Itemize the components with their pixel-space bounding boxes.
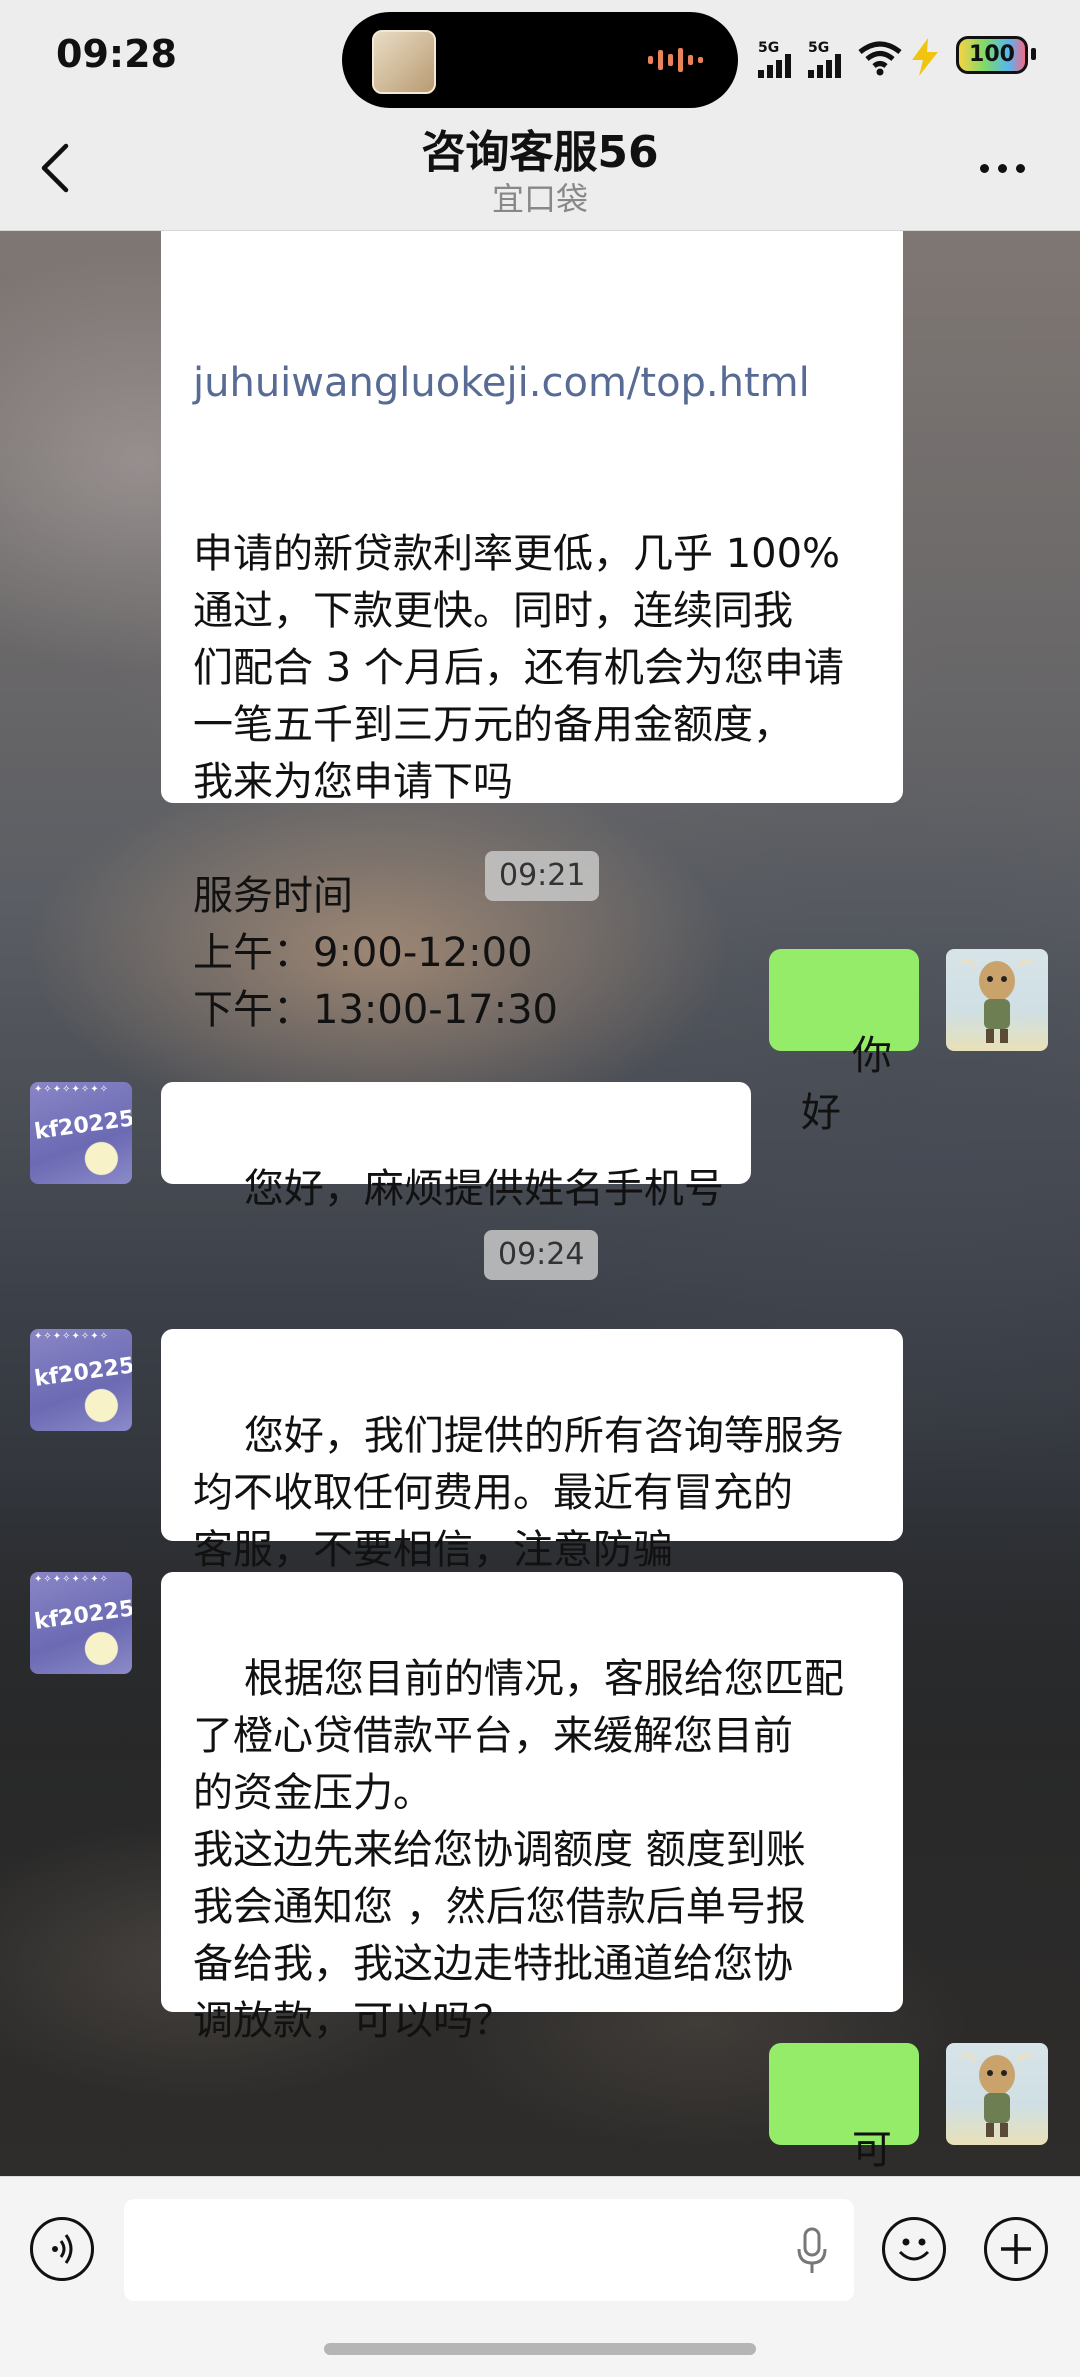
status-icons: 5G 5G 100 [758,34,1036,80]
message-text: 可以 [851,2127,892,2173]
message-bubble-incoming[interactable]: 您好，我们提供的所有咨询等服务 均不收取任何费用。最近有冒充的 客服，不要相信，… [161,1329,903,1573]
voice-icon[interactable] [30,2217,94,2281]
signal-bars-icon [758,54,791,78]
input-bar [0,2176,1080,2377]
battery-tip [1031,48,1036,60]
message-bubble-incoming[interactable]: 根据您目前的情况，客服给您匹配 了橙心贷借款平台，来缓解您目前 的资金压力。 我… [161,1572,903,2044]
message-bubble-incoming[interactable]: 您好，麻烦提供姓名手机号 [161,1082,751,1212]
timestamp: 09:21 [485,851,600,901]
message-bubble-outgoing[interactable]: 可以 [769,2043,919,2173]
audio-wave-icon [648,48,703,72]
user-avatar-figure [960,958,1034,1043]
user-avatar-figure [960,2052,1034,2137]
agent-avatar[interactable]: ✦✧✦✧✦✧✦✧ kf202256 [30,1082,132,1184]
chat-subtitle: 宜口袋 [491,180,588,218]
message-bubble-outgoing[interactable]: 你好 [769,949,919,1136]
message-text: 您好，麻烦提供姓名手机号 [243,1166,724,1212]
agent-avatar-label: kf202256 [32,1104,132,1145]
user-avatar[interactable] [946,949,1048,1051]
top-bar: 09:28 5G 5G 100 咨询客服56 宜口袋 [0,0,1080,231]
signal-bars-icon [808,54,841,78]
agent-avatar[interactable]: ✦✧✦✧✦✧✦✧ kf202256 [30,1572,132,1674]
message-bubble-incoming[interactable]: juhuiwangluokeji.com/top.html 申请的新贷款利率更低… [161,231,903,1033]
chat-title: 咨询客服56 [421,127,659,178]
dynamic-island [342,12,738,108]
status-time: 09:28 [56,32,177,76]
plus-icon[interactable] [984,2217,1048,2281]
message-link[interactable]: juhuiwangluokeji.com/top.html [193,355,873,412]
avatar-decoration: ✦✧✦✧✦✧✦✧ [34,1331,110,1342]
agent-avatar[interactable]: ✦✧✦✧✦✧✦✧ kf202256 [30,1329,132,1431]
avatar-decoration: ✦✧✦✧✦✧✦✧ [34,1574,110,1585]
charging-bolt-icon [912,38,938,76]
message-input[interactable] [124,2199,854,2301]
timestamp: 09:24 [484,1230,599,1280]
agent-avatar-label: kf202256 [32,1594,132,1635]
user-avatar[interactable] [946,2043,1048,2145]
message-text: 根据您目前的情况，客服给您匹配 了橙心贷借款平台，来缓解您目前 的资金压力。 我… [193,1656,844,2044]
agent-avatar-label: kf202256 [32,1351,132,1392]
now-playing-thumbnail [372,30,436,94]
chat-area[interactable]: juhuiwangluokeji.com/top.html 申请的新贷款利率更低… [0,231,1080,2176]
wifi-icon [858,41,902,76]
avatar-decoration: ✦✧✦✧✦✧✦✧ [34,1084,110,1095]
more-dots-icon[interactable] [980,158,1040,178]
battery-indicator: 100 [956,36,1028,74]
home-indicator[interactable] [324,2343,756,2355]
plus-sign [1001,2234,1031,2264]
emoji-icon[interactable] [882,2217,946,2281]
voice-waves [52,2234,73,2264]
emoji-face [898,2238,930,2261]
microphone-icon[interactable] [796,2227,828,2275]
